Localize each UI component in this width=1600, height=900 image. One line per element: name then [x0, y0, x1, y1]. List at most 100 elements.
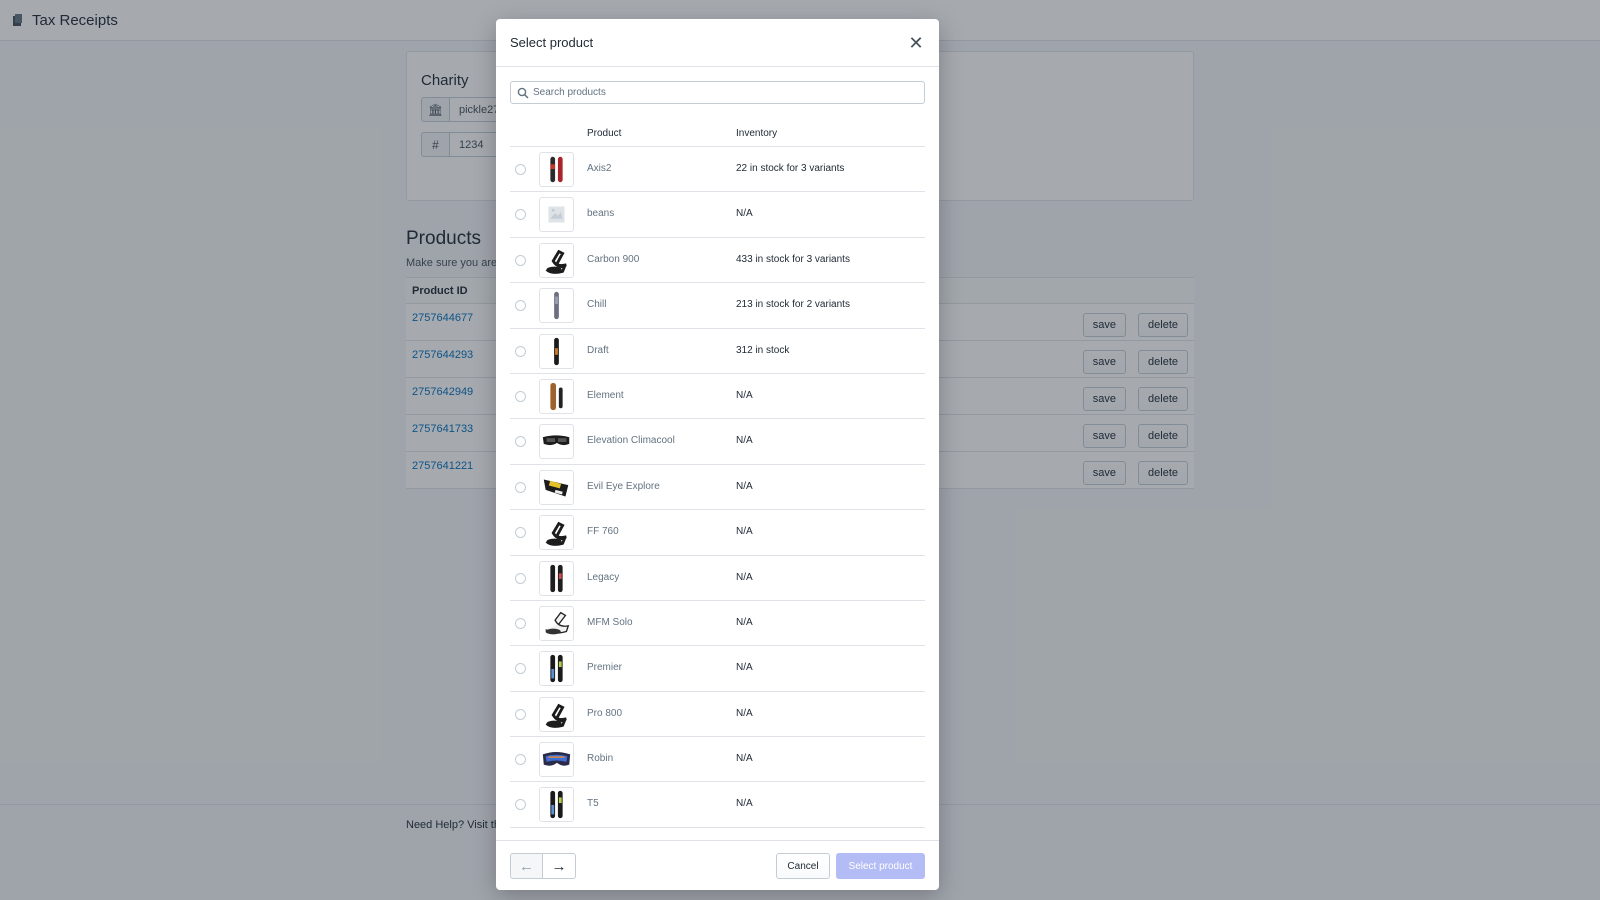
product-thumbnail	[539, 605, 574, 641]
modal-footer: ← → Cancel Select product	[496, 840, 939, 890]
snowboard-pair-icon	[550, 564, 563, 592]
radio-button[interactable]	[515, 617, 526, 629]
radio-button[interactable]	[515, 527, 526, 539]
product-inventory: N/A	[736, 707, 753, 719]
product-thumbnail	[539, 651, 574, 687]
product-inventory: N/A	[736, 662, 753, 674]
product-name: Pro 800	[587, 707, 623, 719]
radio-button[interactable]	[515, 754, 526, 766]
product-thumbnail	[539, 378, 574, 414]
arrow-right-icon[interactable]: →	[543, 853, 576, 879]
product-option[interactable]: beans N/A	[510, 192, 925, 238]
product-option[interactable]: Element N/A	[510, 374, 925, 420]
radio-button[interactable]	[515, 708, 526, 720]
modal-title: Select product	[510, 35, 594, 50]
snowboard-wood-icon	[550, 382, 563, 411]
product-option[interactable]: Premier N/A	[510, 646, 925, 692]
product-thumbnail	[539, 424, 574, 460]
product-option[interactable]: Axis2 22 in stock for 3 variants	[510, 147, 925, 193]
radio-button[interactable]	[515, 345, 526, 357]
search-input[interactable]	[533, 87, 924, 98]
product-option[interactable]: Legacy N/A	[510, 556, 925, 601]
radio-button[interactable]	[515, 572, 526, 584]
snowboard-red-icon	[550, 156, 563, 183]
product-name: FF 760	[587, 526, 619, 538]
select-product-modal: Select product ✕ Product Inventory Axis2…	[496, 19, 939, 890]
product-option[interactable]: FF 760 N/A	[510, 510, 925, 556]
product-thumbnail	[539, 197, 574, 233]
product-thumbnail	[539, 560, 574, 596]
arrow-left-icon[interactable]: ←	[510, 853, 543, 879]
radio-button[interactable]	[515, 209, 526, 221]
product-option[interactable]: Carbon 900 433 in stock for 3 variants	[510, 238, 925, 284]
product-inventory: N/A	[736, 616, 753, 628]
product-thumbnail	[539, 152, 574, 187]
product-thumbnail	[539, 515, 574, 551]
product-name: Carbon 900	[587, 253, 640, 265]
column-inventory: Inventory	[736, 128, 778, 139]
product-thumbnail	[539, 696, 574, 732]
product-name: beans	[587, 208, 615, 220]
snowboard-dark-icon	[554, 337, 559, 365]
binding-black-icon	[545, 703, 567, 728]
column-product: Product	[587, 128, 622, 139]
snowboard-blue-icon	[550, 655, 563, 683]
product-inventory: N/A	[736, 208, 753, 220]
product-name: Elevation Climacool	[587, 435, 675, 447]
product-thumbnail	[539, 787, 574, 823]
product-name: T5	[587, 798, 599, 810]
product-inventory: 22 in stock for 3 variants	[736, 163, 845, 174]
product-option[interactable]: Robin N/A	[510, 737, 925, 783]
binding-black-icon	[545, 521, 567, 546]
product-inventory: N/A	[736, 389, 753, 401]
product-option[interactable]: Pro 800 N/A	[510, 692, 925, 738]
product-option[interactable]: Chill 213 in stock for 2 variants	[510, 283, 925, 329]
binding-white-icon	[545, 611, 570, 635]
radio-button[interactable]	[515, 799, 526, 811]
select-product-button[interactable]: Select product	[836, 853, 925, 879]
product-inventory: 312 in stock	[736, 344, 790, 356]
product-inventory: N/A	[736, 753, 753, 765]
goggles-blue-icon	[542, 752, 571, 766]
radio-button[interactable]	[515, 254, 526, 266]
product-name: Element	[587, 389, 624, 401]
search-field[interactable]	[510, 81, 925, 104]
radio-button[interactable]	[515, 164, 526, 175]
product-option[interactable]: Evil Eye Explore N/A	[510, 465, 925, 511]
product-inventory: 433 in stock for 3 variants	[736, 253, 850, 265]
product-name: Robin	[587, 753, 614, 765]
product-thumbnail	[539, 469, 574, 505]
product-name: Evil Eye Explore	[587, 480, 660, 492]
close-icon[interactable]: ✕	[907, 34, 925, 52]
product-option[interactable]: T5 N/A	[510, 782, 925, 828]
search-icon	[517, 87, 529, 99]
product-option[interactable]: Draft 312 in stock	[510, 329, 925, 374]
product-name: Legacy	[587, 571, 620, 583]
product-option[interactable]: Elevation Climacool N/A	[510, 419, 925, 465]
product-name: MFM Solo	[587, 616, 633, 628]
radio-button[interactable]	[515, 390, 526, 402]
product-thumbnail	[539, 333, 574, 369]
radio-button[interactable]	[515, 300, 526, 312]
goggles-black-icon	[542, 435, 570, 446]
product-list-header: Product Inventory	[510, 120, 925, 147]
radio-button[interactable]	[515, 436, 526, 448]
product-inventory: 213 in stock for 2 variants	[736, 299, 850, 311]
snowboard-blue-icon	[550, 791, 563, 819]
product-name: Chill	[587, 299, 607, 311]
product-inventory: N/A	[736, 435, 753, 447]
product-option[interactable]: MFM Solo N/A	[510, 601, 925, 647]
binding-black-icon	[545, 249, 567, 274]
product-name: Draft	[587, 344, 609, 356]
radio-button[interactable]	[515, 481, 526, 493]
product-thumbnail	[539, 742, 574, 778]
product-inventory: N/A	[736, 571, 753, 583]
modal-header: Select product ✕	[496, 19, 939, 67]
placeholder-image-icon	[548, 206, 565, 223]
pagination: ← →	[510, 853, 576, 879]
product-name: Premier	[587, 662, 623, 674]
cancel-button[interactable]: Cancel	[776, 853, 830, 879]
product-list: Product Inventory Axis2 22 in stock for 3…	[510, 120, 925, 828]
product-thumbnail	[539, 288, 574, 324]
radio-button[interactable]	[515, 663, 526, 675]
